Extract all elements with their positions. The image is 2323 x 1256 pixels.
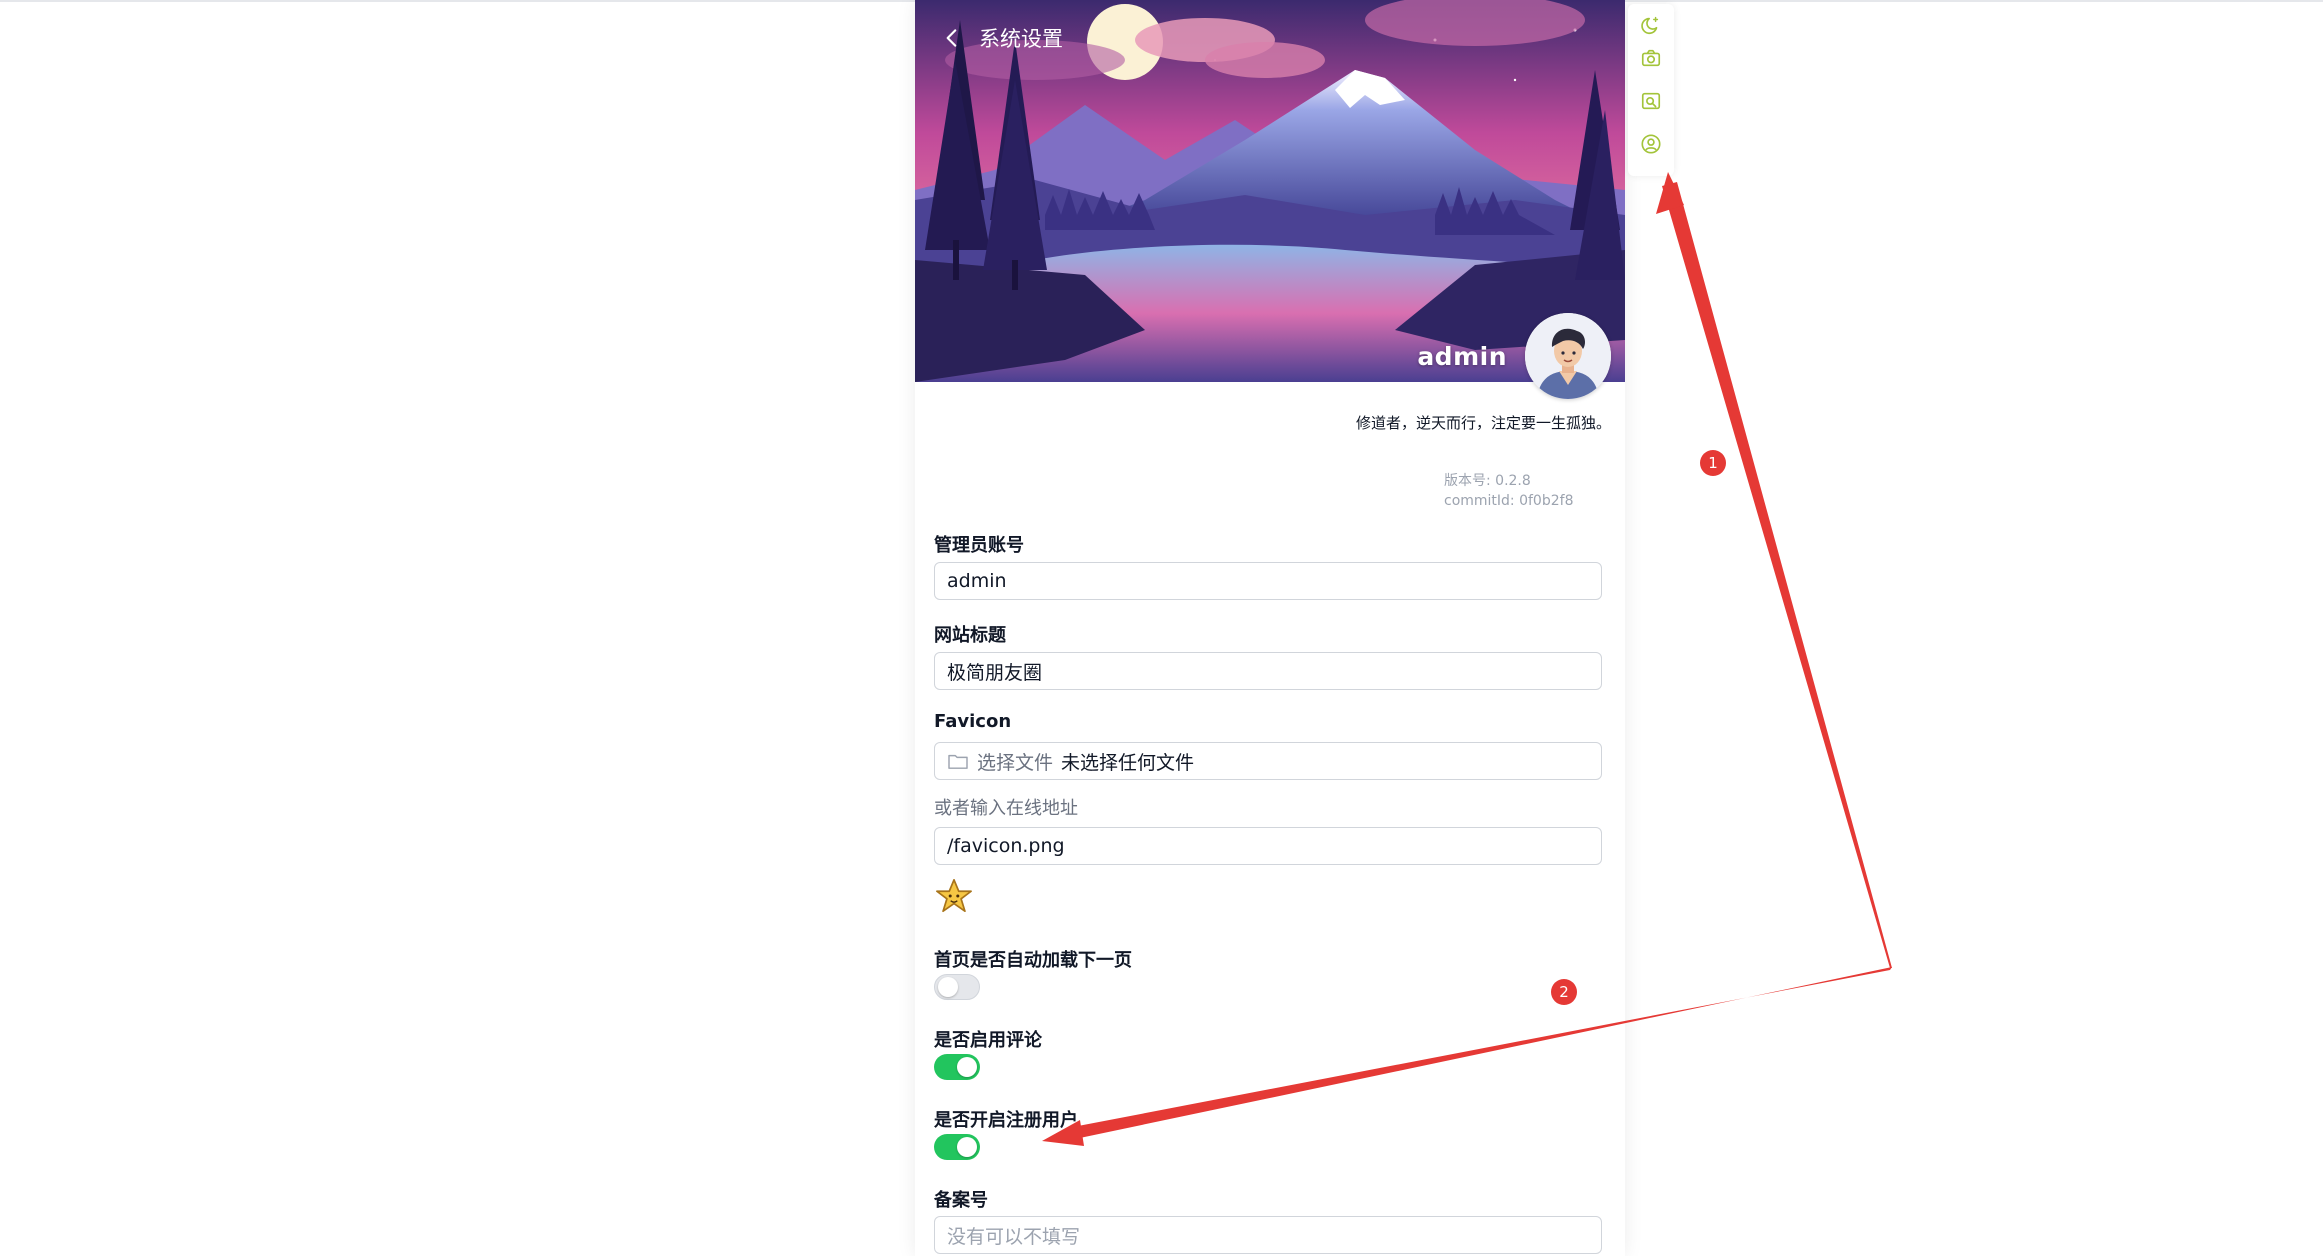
- register-toggle[interactable]: [934, 1134, 980, 1160]
- favicon-file-input[interactable]: 选择文件 未选择任何文件: [934, 742, 1602, 780]
- annotation-badge-2: 2: [1551, 979, 1577, 1005]
- admin-account-input[interactable]: admin: [934, 562, 1602, 600]
- moon-icon[interactable]: [1640, 14, 1662, 36]
- settings-card: 系统设置 admin 修道者，逆天而行，注定要一生孤独。 版本号: 0.2.8 …: [915, 0, 1625, 1256]
- side-toolbar: [1628, 4, 1674, 176]
- toggle-knob: [938, 977, 958, 997]
- annotation-arrow-1: [1662, 182, 1892, 968]
- page-title: 系统设置: [979, 27, 1063, 51]
- annotation-arrowhead-1: [1656, 172, 1684, 214]
- admin-account-value: admin: [947, 570, 1007, 592]
- camera-icon[interactable]: [1640, 47, 1662, 69]
- cover-image: [915, 0, 1625, 382]
- favicon-url-value: /favicon.png: [947, 835, 1065, 857]
- user-circle-icon[interactable]: [1640, 133, 1662, 155]
- cover-landscape: [915, 0, 1625, 382]
- icp-label: 备案号: [934, 1190, 988, 1211]
- toggle-knob: [957, 1057, 977, 1077]
- folder-icon: [948, 754, 968, 769]
- back-button[interactable]: 系统设置: [939, 20, 1063, 56]
- username: admin: [1417, 342, 1507, 371]
- avatar-illustration: [1525, 313, 1611, 399]
- user-motto: 修道者，逆天而行，注定要一生孤独。: [1355, 414, 1611, 432]
- admin-account-label: 管理员账号: [934, 535, 1024, 556]
- annotation-badge-1: 1: [1700, 450, 1726, 476]
- favicon-online-hint: 或者输入在线地址: [934, 798, 1078, 819]
- favicon-preview-star-icon: [936, 878, 972, 913]
- autoload-toggle[interactable]: [934, 974, 980, 1000]
- version-number: 版本号: 0.2.8: [1444, 473, 1531, 489]
- favicon-label: Favicon: [934, 711, 1012, 732]
- choose-file-button[interactable]: 选择文件: [977, 748, 1053, 775]
- commit-id: commitId: 0f0b2f8: [1444, 493, 1574, 509]
- version-info: 版本号: 0.2.8 commitId: 0f0b2f8: [1444, 471, 1573, 511]
- chevron-left-icon: [946, 29, 957, 47]
- site-title-value: 极简朋友圈: [947, 661, 1043, 684]
- site-title-label: 网站标题: [934, 625, 1006, 646]
- toggle-knob: [957, 1137, 977, 1157]
- comments-toggle[interactable]: [934, 1054, 980, 1080]
- image-search-icon[interactable]: [1640, 90, 1662, 112]
- site-title-input[interactable]: 极简朋友圈: [934, 652, 1602, 690]
- autoload-label: 首页是否自动加载下一页: [934, 950, 1132, 971]
- icp-input[interactable]: 没有可以不填写: [934, 1216, 1602, 1254]
- comments-label: 是否启用评论: [934, 1030, 1042, 1051]
- avatar[interactable]: [1525, 313, 1611, 399]
- no-file-text: 未选择任何文件: [1061, 751, 1195, 774]
- register-label: 是否开启注册用户: [934, 1110, 1078, 1131]
- favicon-url-input[interactable]: /favicon.png: [934, 827, 1602, 865]
- icp-placeholder: 没有可以不填写: [947, 1225, 1081, 1248]
